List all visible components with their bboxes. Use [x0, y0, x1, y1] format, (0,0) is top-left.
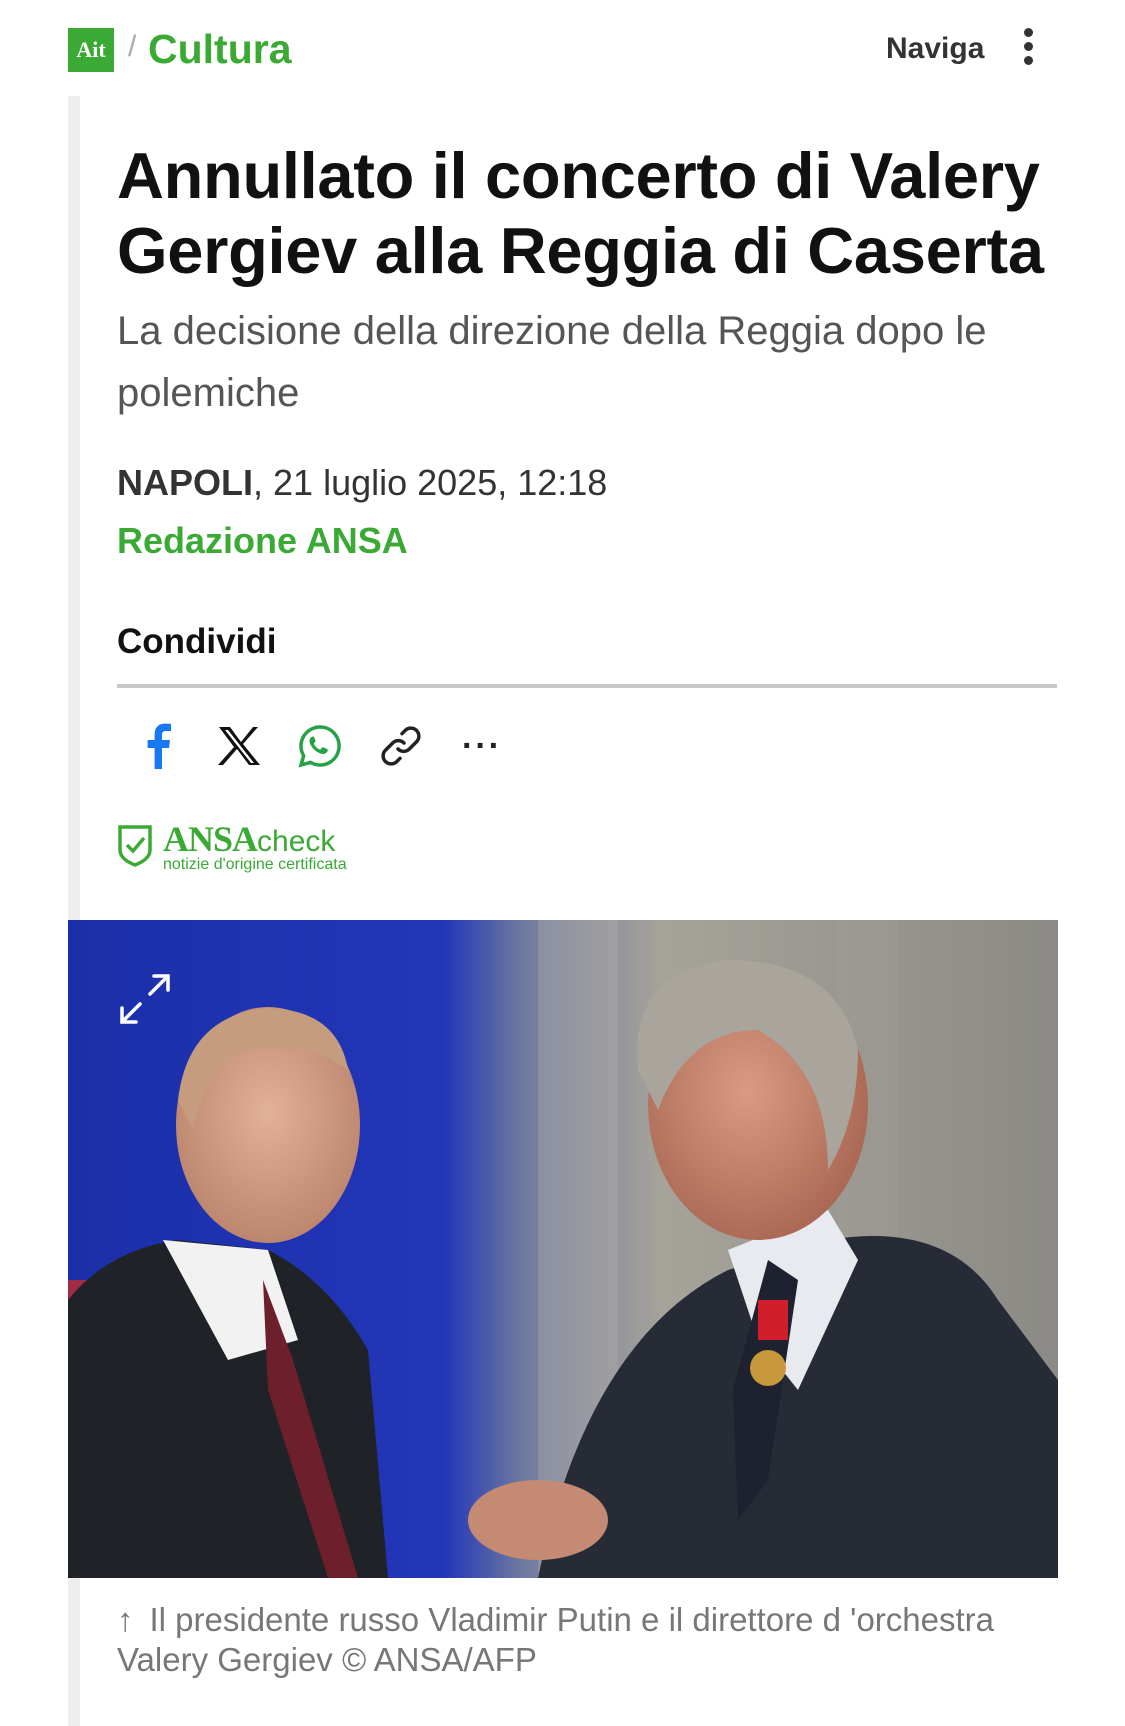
article-headline: Annullato il concerto di Valery Gergiev …: [117, 139, 1044, 287]
dateline-place: NAPOLI: [117, 462, 254, 503]
breadcrumb-separator: /: [128, 30, 137, 63]
shield-check-icon: [118, 825, 152, 867]
article-dateline: NAPOLI, 21 luglio 2025, 12:18: [117, 462, 607, 504]
article-author[interactable]: Redazione ANSA: [117, 520, 408, 562]
naviga-button[interactable]: Naviga: [886, 32, 984, 66]
x-icon[interactable]: [211, 718, 267, 774]
ansacheck-tagline: notizie d'origine certificata: [163, 856, 347, 873]
dateline-date: , 21 luglio 2025, 12:18: [253, 462, 608, 503]
whatsapp-icon[interactable]: [292, 718, 348, 774]
link-icon[interactable]: [373, 718, 429, 774]
caption-arrow-icon: ↑: [117, 1601, 134, 1638]
photo-caption-text: Il presidente russo Vladimir Putin e il …: [117, 1601, 995, 1678]
share-divider: [117, 684, 1057, 688]
article-subheadline: La decisione della direzione della Reggi…: [117, 309, 987, 415]
breadcrumb-section[interactable]: Cultura: [148, 26, 292, 73]
share-label: Condividi: [117, 622, 277, 661]
kebab-menu-icon[interactable]: [1018, 28, 1038, 72]
facebook-icon[interactable]: [130, 718, 186, 774]
photo-caption: ↑ Il presidente russo Vladimir Putin e il…: [117, 1600, 1047, 1680]
expand-icon[interactable]: [114, 968, 176, 1030]
ansacheck-brand: ANSAcheck: [163, 818, 335, 860]
ansacheck-brand-ansa: ANSA: [163, 819, 258, 859]
ansa-logo[interactable]: Ait: [68, 28, 114, 72]
article-photo[interactable]: [68, 920, 1058, 1578]
more-icon[interactable]: ···: [454, 718, 510, 774]
logo-text: Ait: [76, 37, 106, 62]
top-bar: Ait / Cultura Naviga: [0, 0, 1125, 96]
share-icons: ···: [130, 718, 535, 774]
ansacheck-brand-check: check: [257, 825, 336, 858]
